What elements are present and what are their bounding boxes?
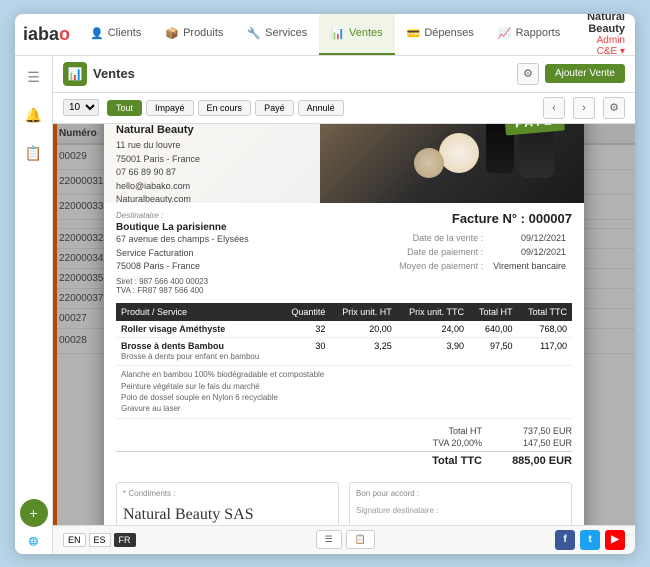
filter-impaye[interactable]: Impayé [146, 100, 194, 116]
invoice-destination: Destinataire : Boutique La parisienne 67… [116, 211, 339, 295]
total-ttc-row: Total TTC 885,00 EUR [116, 451, 572, 468]
twitter-icon[interactable]: t [580, 530, 600, 550]
filter-encours[interactable]: En cours [198, 100, 252, 116]
left-sidebar: ☰ 🔔 📋 + 🌐 [15, 56, 53, 554]
total-ht-row: Total HT 737,50 EUR [116, 425, 572, 437]
total-tva-row: TVA 20,00% 147,50 EUR [116, 437, 572, 449]
filter-paye[interactable]: Payé [255, 100, 294, 116]
nav-depenses[interactable]: 💳 Dépenses [395, 14, 486, 55]
add-sale-button[interactable]: Ajouter Vente [545, 64, 625, 83]
top-navigation: iabao 👤 Clients 📦 Produits 🔧 Services 📊 … [15, 14, 635, 56]
nav-produits[interactable]: 📦 Produits [153, 14, 235, 55]
page-title: Ventes [93, 66, 135, 81]
invoice-header: Expéditeur : Natural Beauty 11 rue du lo… [104, 124, 584, 204]
invoice-overlay: Expéditeur : Natural Beauty 11 rue du lo… [53, 124, 635, 525]
user-info: Natural Beauty Admin C&E ▾ [582, 14, 625, 58]
header-right: ⚙ Ajouter Vente [517, 63, 625, 85]
nav-items: 👤 Clients 📦 Produits 🔧 Services 📊 Ventes… [78, 14, 572, 55]
per-page-select[interactable]: 10 [63, 99, 99, 116]
settings-icon[interactable]: ⚙ [517, 63, 539, 85]
sidebar-menu-icon[interactable]: ☰ [20, 64, 48, 92]
recipient-signature-placeholder: Signature destinataire : [356, 506, 565, 515]
filter-tout[interactable]: Tout [107, 100, 142, 116]
invoice-totals: Total HT 737,50 EUR TVA 20,00% 147,50 EU… [116, 425, 572, 468]
filter-annule[interactable]: Annulé [298, 100, 344, 116]
nav-rapports[interactable]: 📈 Rapports [486, 14, 572, 55]
sidebar-bell-icon[interactable]: 🔔 [20, 102, 48, 130]
lang-es[interactable]: ES [89, 533, 111, 547]
page-icon: 📊 [63, 62, 87, 86]
inv-col-total-ttc: Total TTC [518, 303, 572, 321]
invoice-item-row: Alanche en bambou 100% biodégradable et … [116, 366, 572, 419]
inv-col-prix-ht: Prix unit. HT [330, 303, 396, 321]
invoice-body: Destinataire : Boutique La parisienne 67… [104, 203, 584, 524]
sender-signature-box: * Condiments : Natural Beauty SAS [116, 482, 339, 525]
table-controls: 10 Tout Impayé En cours Payé Annulé ‹ › … [53, 93, 635, 124]
invoice-footer: * Condiments : Natural Beauty SAS Bon po… [116, 476, 572, 525]
inv-col-prix-ttc: Prix unit. TTC [397, 303, 469, 321]
lang-fr[interactable]: FR [114, 533, 136, 547]
inv-col-total-ht: Total HT [469, 303, 518, 321]
inv-col-qty: Quantité [281, 303, 330, 321]
youtube-icon[interactable]: ▶ [605, 530, 625, 550]
inv-col-product: Produit / Service [116, 303, 281, 321]
recipient-signature-box: Bon pour accord : Signature destinataire… [349, 482, 572, 525]
next-page-icon[interactable]: › [573, 97, 595, 119]
bottom-menu-btn[interactable]: ☰ [316, 530, 342, 549]
language-selector: EN ES FR [63, 533, 136, 547]
data-table-wrapper: Numéro Statut 00029 i [53, 124, 635, 525]
produits-icon: 📦 [165, 27, 179, 40]
invoice-item-row: Brosse à dents Bambou Brosse à dents pou… [116, 337, 572, 365]
invoice-modal: Expéditeur : Natural Beauty 11 rue du lo… [104, 124, 584, 525]
nav-ventes[interactable]: 📊 Ventes [319, 14, 394, 55]
settings-table-icon[interactable]: ⚙ [603, 97, 625, 119]
sidebar-add-icon[interactable]: + [20, 499, 48, 527]
sender-signature-text: Natural Beauty SAS [123, 506, 332, 524]
lang-en[interactable]: EN [63, 533, 86, 547]
nav-services[interactable]: 🔧 Services [235, 14, 319, 55]
page-title-area: 📊 Ventes [63, 62, 135, 86]
invoice-table: Produit / Service Quantité Prix unit. HT… [116, 303, 572, 419]
bottom-bar: EN ES FR ☰ 📋 f t ▶ [53, 525, 635, 554]
sidebar-lang: 🌐 [29, 537, 39, 546]
sidebar-list-icon[interactable]: 📋 [20, 140, 48, 168]
bottom-list-btn[interactable]: 📋 [346, 530, 375, 549]
clients-icon: 👤 [90, 27, 104, 40]
bottom-actions: ☰ 📋 [316, 530, 375, 549]
services-icon: 🔧 [247, 27, 261, 40]
logo: iabao [15, 24, 78, 45]
prev-page-icon[interactable]: ‹ [543, 97, 565, 119]
invoice-dates: Date de la vente : 09/12/2021 Date de pa… [349, 230, 572, 274]
nav-clients[interactable]: 👤 Clients [78, 14, 153, 55]
invoice-header-info: Destinataire : Boutique La parisienne 67… [116, 211, 572, 295]
filter-tabs: Tout Impayé En cours Payé Annulé [107, 100, 344, 116]
invoice-item-row: Roller visage Améthyste 32 20,00 24,00 6… [116, 321, 572, 338]
content-area: 📊 Ventes ⚙ Ajouter Vente 10 Tout Impayé … [53, 56, 635, 554]
depenses-icon: 💳 [407, 27, 421, 40]
rapports-icon: 📈 [498, 27, 512, 40]
main-layout: ☰ 🔔 📋 + 🌐 📊 Ventes ⚙ Ajouter Vente [15, 56, 635, 554]
social-icons: f t ▶ [555, 530, 625, 550]
page-header: 📊 Ventes ⚙ Ajouter Vente [53, 56, 635, 93]
invoice-sender-header: Expéditeur : Natural Beauty 11 rue du lo… [104, 124, 320, 204]
invoice-items: Produit / Service Quantité Prix unit. HT… [116, 303, 572, 419]
ventes-icon: 📊 [331, 27, 345, 40]
nav-user-area: Natural Beauty Admin C&E ▾ [572, 14, 635, 58]
invoice-number-area: Facture N° : 000007 Date de la vente : 0… [349, 211, 572, 295]
facebook-icon[interactable]: f [555, 530, 575, 550]
